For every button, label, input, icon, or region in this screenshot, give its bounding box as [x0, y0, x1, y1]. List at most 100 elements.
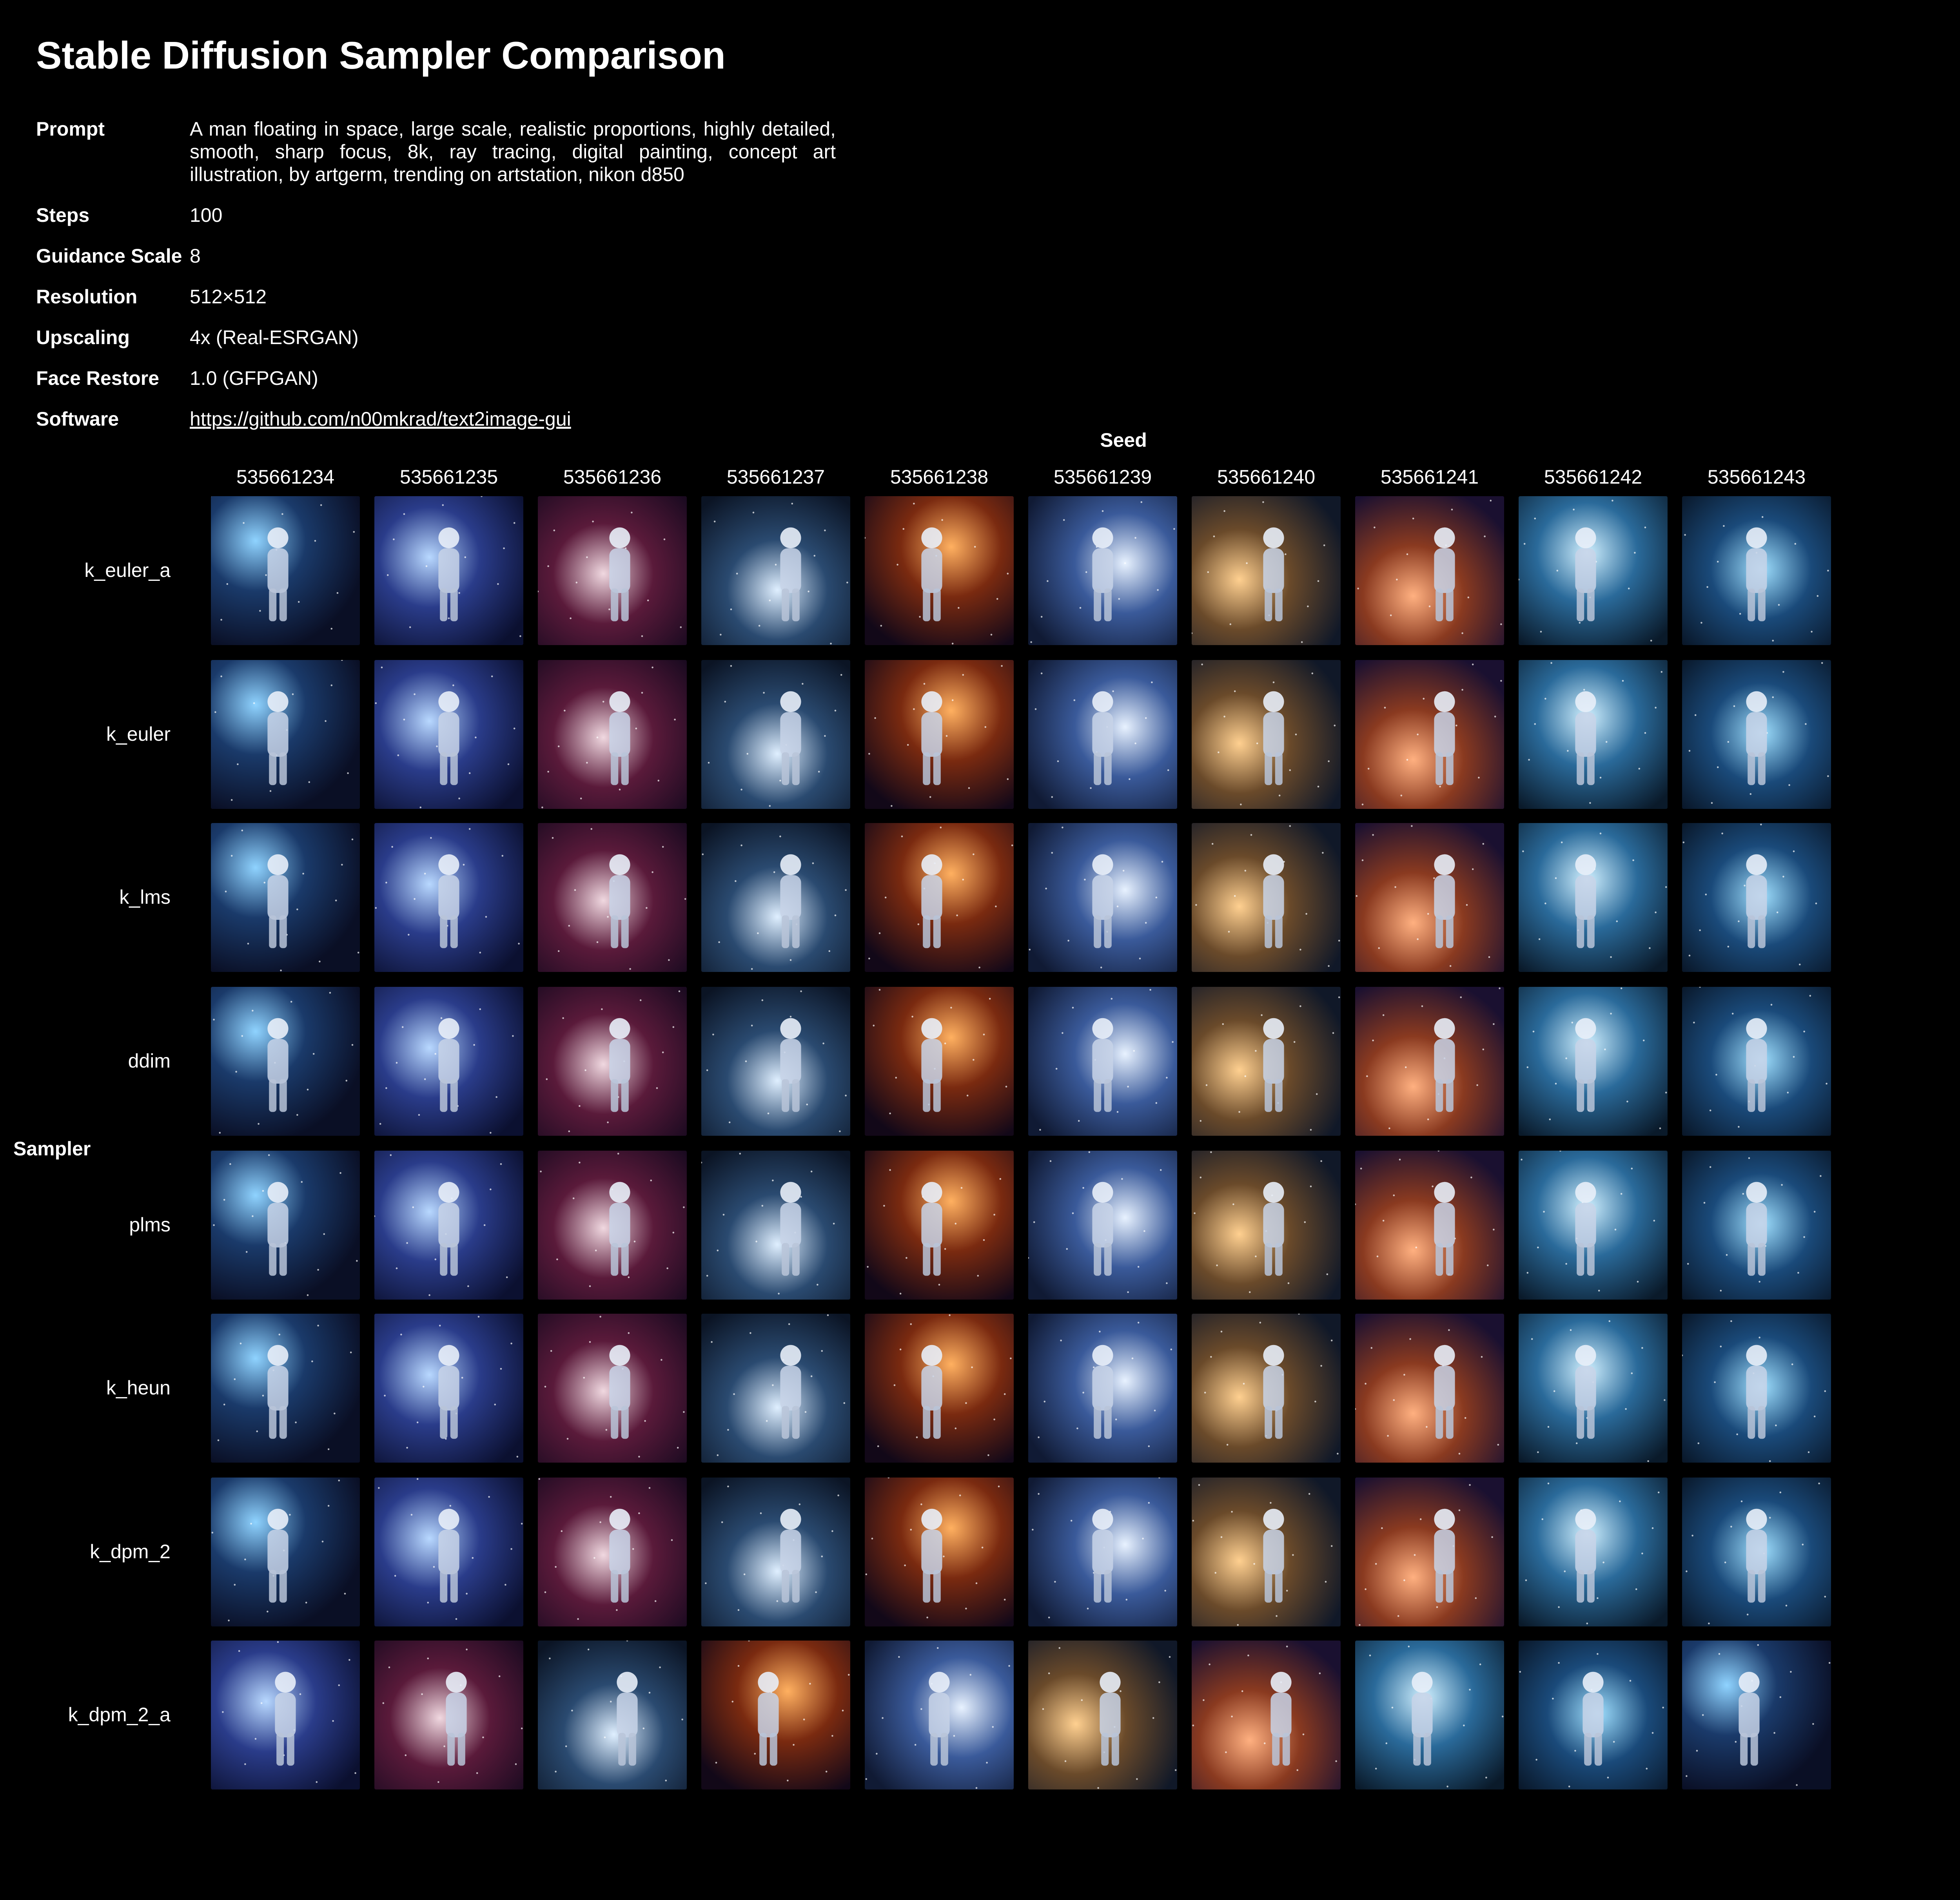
generated-image: [538, 496, 687, 645]
sampler-label: k_euler_a: [84, 559, 171, 581]
seed-label: 535661235: [399, 466, 498, 488]
thumbnail-art: [865, 1151, 1014, 1300]
thumbnail-art: [538, 987, 687, 1136]
seed-labels: 535661234 535661235 535661236 535661237 5356…: [211, 466, 1960, 493]
generated-image: [701, 660, 850, 809]
thumbnail-art: [865, 1478, 1014, 1626]
thumbnail-art: [374, 660, 523, 809]
thumbnail-art: [538, 660, 687, 809]
thumbnail-art: [1028, 1478, 1177, 1626]
generated-image: [1028, 1478, 1177, 1626]
generated-image: [1355, 1314, 1504, 1463]
seed-label: 535661243: [1707, 466, 1806, 488]
generated-image: [1192, 1478, 1341, 1626]
generated-image: [538, 1641, 687, 1789]
sampler-label: k_heun: [106, 1377, 171, 1399]
thumbnail-art: [211, 1478, 360, 1626]
param-row-software: Software https://github.com/n00mkrad/tex…: [36, 408, 836, 430]
thumbnail-art: [1192, 987, 1341, 1136]
generated-image: [211, 1151, 360, 1300]
seed-label: 535661234: [236, 466, 335, 488]
generated-image: [1682, 1641, 1831, 1789]
generated-image: [374, 1314, 523, 1463]
generated-image: [538, 660, 687, 809]
thumbnail-art: [538, 823, 687, 972]
seed-axis-header: Seed: [1100, 429, 1147, 451]
generated-image: [374, 823, 523, 972]
generated-image: [1355, 496, 1504, 645]
param-row-prompt: Prompt A man floating in space, large sc…: [36, 118, 836, 186]
generated-image: [701, 496, 850, 645]
thumbnail-art: [1192, 823, 1341, 972]
param-row-resolution: Resolution 512×512: [36, 285, 836, 308]
param-row-guidance: Guidance Scale 8: [36, 245, 836, 267]
seed-label: 535661241: [1380, 466, 1479, 488]
seed-label: 535661237: [726, 466, 825, 488]
thumbnail-art: [1028, 1641, 1177, 1789]
parameters-table: Prompt A man floating in space, large sc…: [36, 118, 836, 448]
generated-image: [1519, 660, 1668, 809]
thumbnail-art: [211, 1641, 360, 1789]
generated-image: [538, 987, 687, 1136]
param-key: Prompt: [36, 118, 105, 140]
param-key: Resolution: [36, 286, 138, 308]
thumbnail-art: [211, 1314, 360, 1463]
thumbnail-art: [701, 987, 850, 1136]
generated-image: [865, 1478, 1014, 1626]
param-value-steps: 100: [190, 204, 223, 226]
generated-image: [1355, 987, 1504, 1136]
thumbnail-art: [1519, 1641, 1668, 1789]
software-link[interactable]: https://github.com/n00mkrad/text2image-g…: [190, 408, 571, 430]
generated-image: [1519, 496, 1668, 645]
seed-label: 535661240: [1217, 466, 1316, 488]
sampler-label: k_dpm_2_a: [68, 1704, 171, 1726]
generated-image: [374, 660, 523, 809]
seed-label: 535661239: [1053, 466, 1152, 488]
thumbnail-art: [1682, 1478, 1831, 1626]
generated-image: [1028, 1314, 1177, 1463]
thumbnail-art: [1682, 987, 1831, 1136]
thumbnail-art: [1355, 823, 1504, 972]
image-grid: [211, 496, 1960, 1789]
sampler-label: k_euler: [106, 723, 171, 745]
generated-image: [1682, 1151, 1831, 1300]
generated-image: [211, 660, 360, 809]
param-row-face-restore: Face Restore 1.0 (GFPGAN): [36, 367, 836, 390]
thumbnail-art: [1682, 1314, 1831, 1463]
thumbnail-art: [374, 1151, 523, 1300]
thumbnail-art: [701, 1478, 850, 1626]
thumbnail-art: [374, 987, 523, 1136]
thumbnail-art: [538, 496, 687, 645]
generated-image: [701, 1314, 850, 1463]
thumbnail-art: [1028, 987, 1177, 1136]
param-value-software: https://github.com/n00mkrad/text2image-g…: [190, 408, 836, 430]
generated-image: [1192, 1151, 1341, 1300]
thumbnail-art: [1355, 1314, 1504, 1463]
generated-image: [1355, 1151, 1504, 1300]
thumbnail-art: [1028, 1314, 1177, 1463]
param-key: Upscaling: [36, 326, 130, 348]
thumbnail-art: [1192, 1314, 1341, 1463]
thumbnail-art: [1355, 1151, 1504, 1300]
thumbnail-art: [701, 1151, 850, 1300]
generated-image: [865, 1641, 1014, 1789]
generated-image: [701, 823, 850, 972]
thumbnail-art: [701, 1641, 850, 1789]
sampler-label: k_dpm_2: [90, 1541, 171, 1563]
thumbnail-art: [211, 496, 360, 645]
param-value-upscaling: 4x (Real-ESRGAN): [190, 326, 359, 348]
thumbnail-art: [1355, 1478, 1504, 1626]
param-value-face-restore: 1.0 (GFPGAN): [190, 367, 318, 389]
generated-image: [211, 823, 360, 972]
generated-image: [1028, 660, 1177, 809]
generated-image: [1192, 496, 1341, 645]
generated-image: [1519, 1641, 1668, 1789]
generated-image: [1192, 1314, 1341, 1463]
thumbnail-art: [374, 823, 523, 972]
thumbnail-art: [538, 1151, 687, 1300]
thumbnail-art: [1682, 1641, 1831, 1789]
thumbnail-art: [1519, 987, 1668, 1136]
generated-image: [211, 1314, 360, 1463]
generated-image: [1192, 823, 1341, 972]
thumbnail-art: [1355, 1641, 1504, 1789]
